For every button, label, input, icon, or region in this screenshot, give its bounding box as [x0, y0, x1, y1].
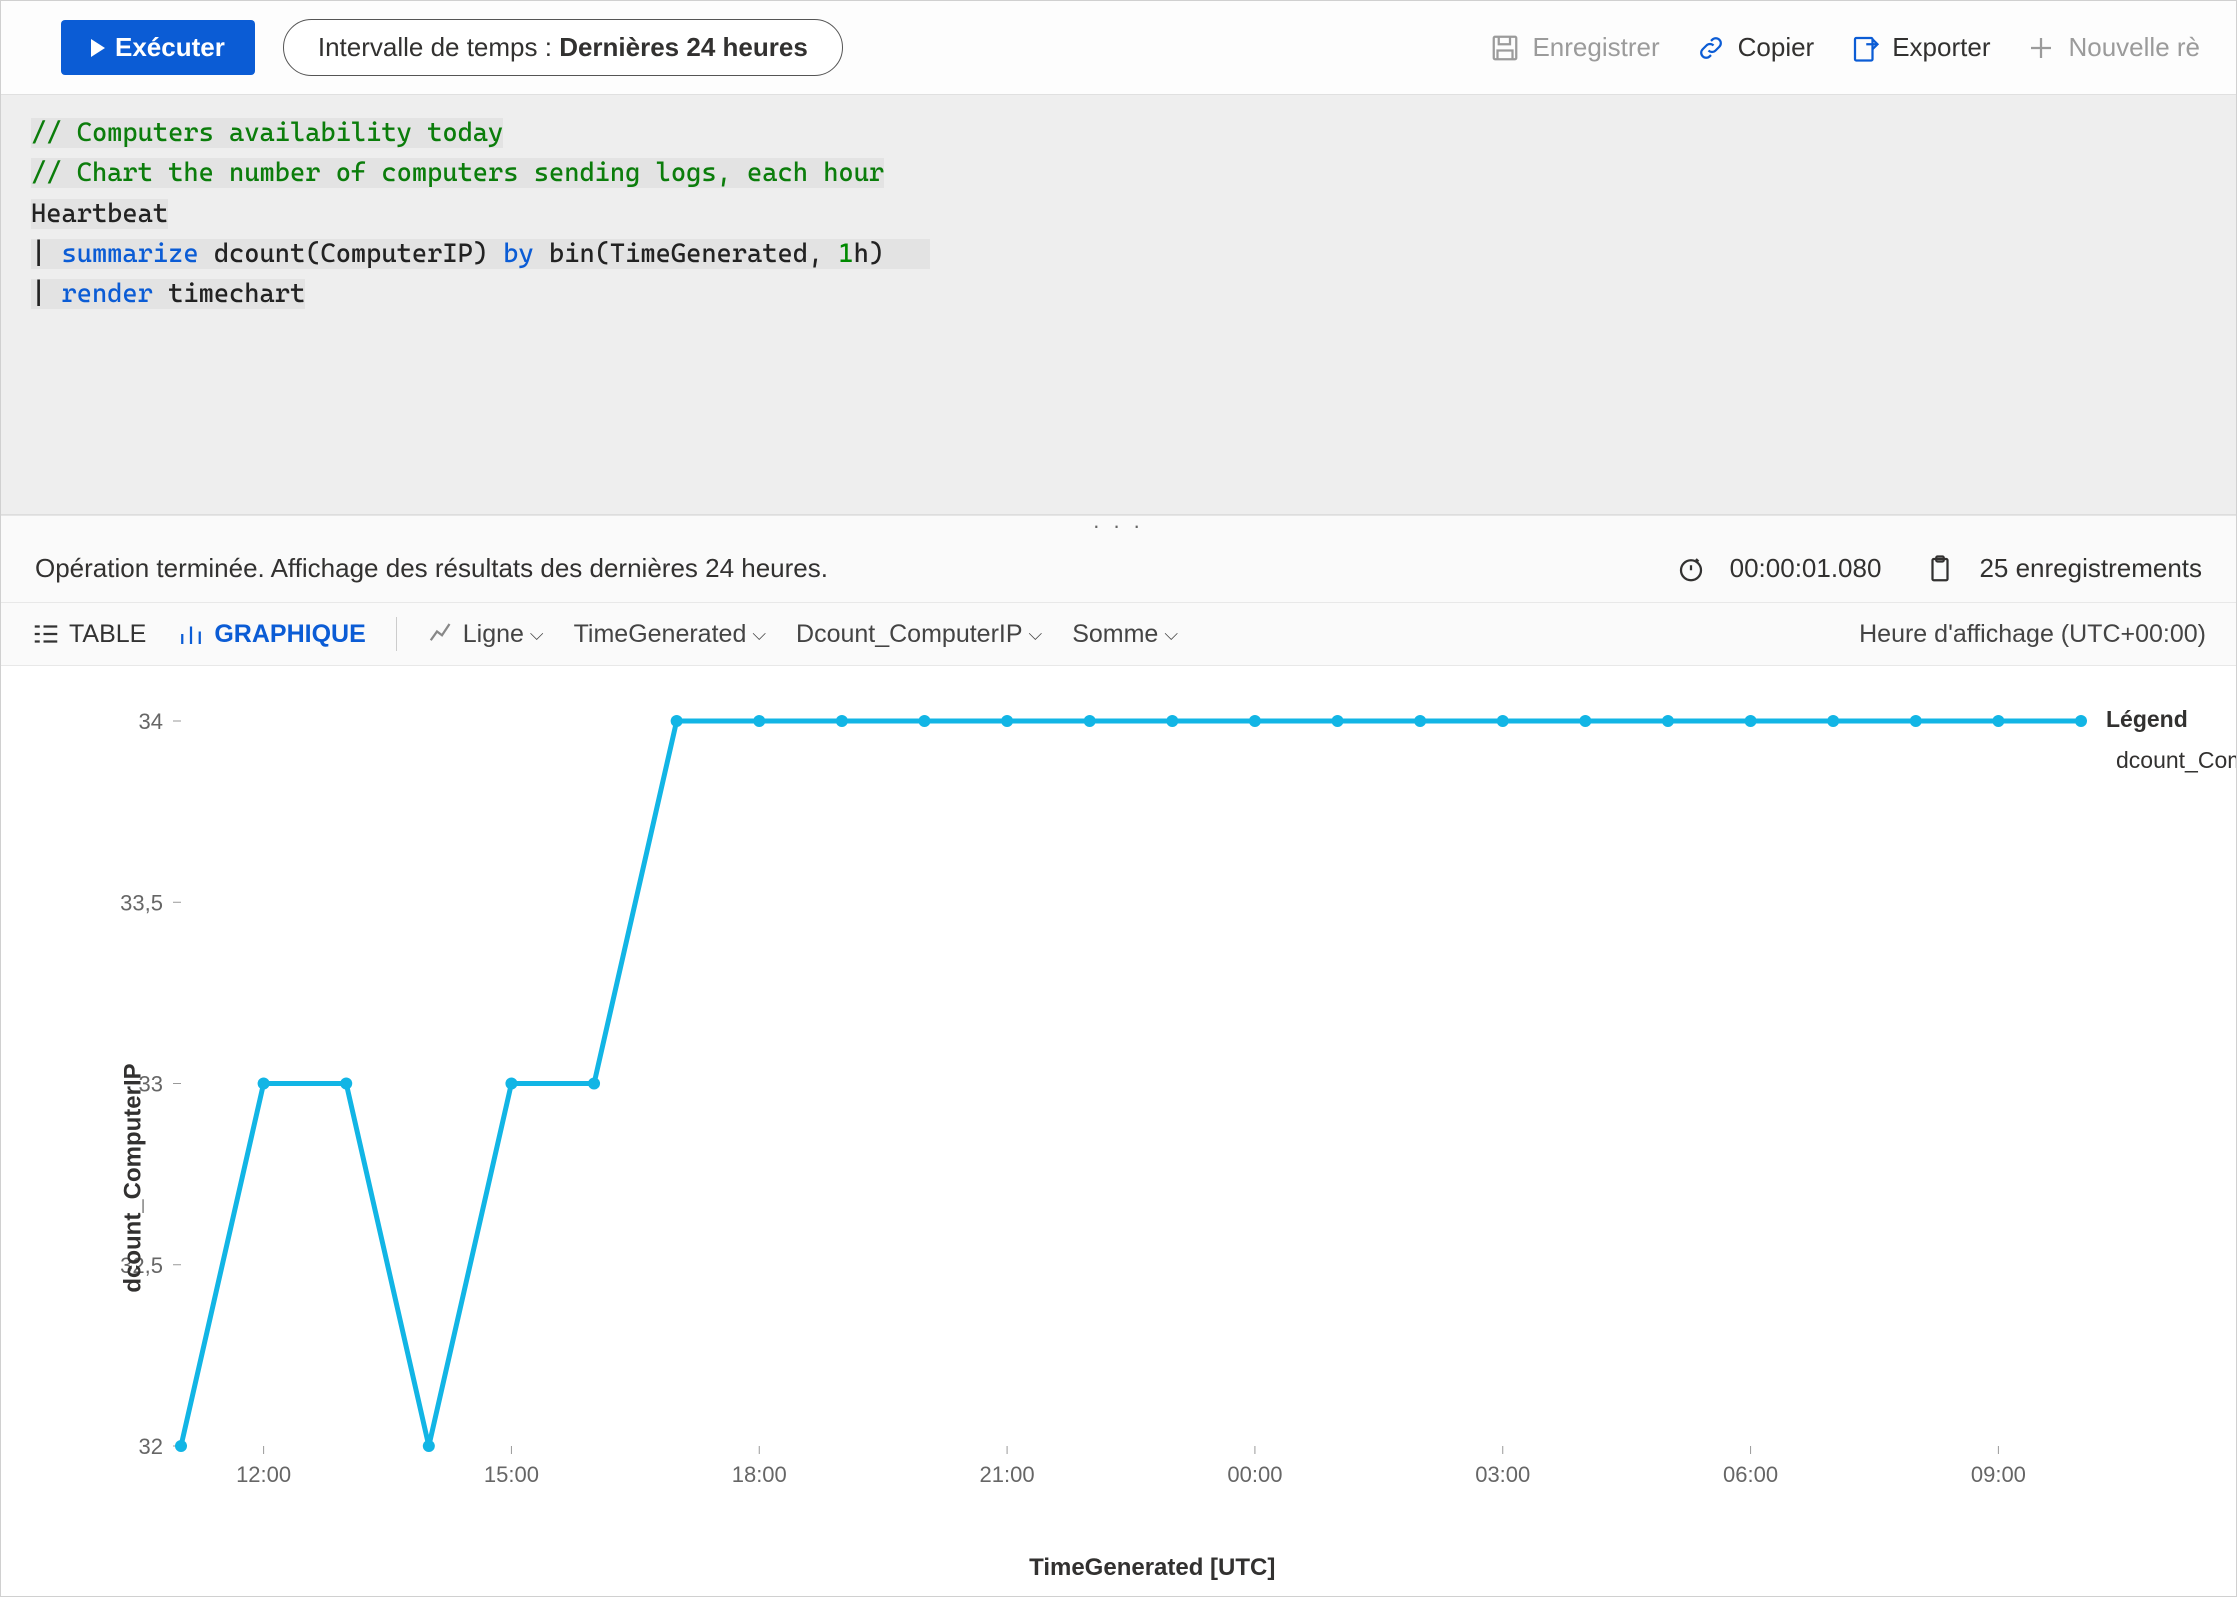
- clipboard-icon: [1925, 554, 1955, 584]
- chevron-down-icon: ⌵: [752, 624, 766, 645]
- svg-text:09:00: 09:00: [1971, 1462, 2026, 1487]
- view-toolbar: TABLE GRAPHIQUE Ligne ⌵ TimeGenerated ⌵ D…: [1, 602, 2236, 666]
- editor-line-3: Heartbeat: [31, 199, 168, 229]
- time-range-prefix: Intervalle de temps :: [318, 32, 559, 62]
- svg-text:18:00: 18:00: [732, 1462, 787, 1487]
- export-label: Exporter: [1892, 32, 1990, 63]
- time-range-picker[interactable]: Intervalle de temps : Dernières 24 heure…: [283, 19, 843, 76]
- new-rule-button[interactable]: Nouvelle rè: [2018, 28, 2208, 67]
- save-icon: [1490, 33, 1520, 63]
- chevron-down-icon: ⌵: [1164, 624, 1178, 645]
- chart-type-value: Ligne: [463, 620, 524, 649]
- aggregation-dropdown[interactable]: Somme ⌵: [1072, 620, 1178, 649]
- separator: [396, 617, 397, 651]
- tab-chart-label: GRAPHIQUE: [214, 620, 365, 649]
- table-icon: [31, 619, 61, 649]
- bar-chart-icon: [176, 619, 206, 649]
- copy-label: Copier: [1738, 32, 1815, 63]
- y-field-dropdown[interactable]: Dcount_ComputerIP ⌵: [796, 620, 1042, 649]
- svg-text:33,5: 33,5: [120, 890, 163, 915]
- line-chart-icon: [427, 619, 457, 649]
- y-field-value: Dcount_ComputerIP: [796, 620, 1023, 649]
- chart-area: dcount_ComputerIP TimeGenerated [UTC] Lé…: [1, 666, 2236, 1596]
- save-label: Enregistrer: [1532, 32, 1659, 63]
- copy-button[interactable]: Copier: [1688, 28, 1823, 67]
- svg-text:15:00: 15:00: [484, 1462, 539, 1487]
- time-range-value: Dernières 24 heures: [559, 32, 808, 62]
- resize-handle[interactable]: . . .: [1, 515, 2236, 535]
- plus-icon: [2026, 33, 2056, 63]
- query-editor[interactable]: // Computers availability today // Chart …: [1, 95, 2236, 515]
- status-records: 25 enregistrements: [1979, 553, 2202, 584]
- export-button[interactable]: Exporter: [1842, 28, 1998, 67]
- x-field-dropdown[interactable]: TimeGenerated ⌵: [574, 620, 766, 649]
- y-axis-title: dcount_ComputerIP: [120, 1063, 148, 1292]
- chevron-down-icon: ⌵: [530, 624, 544, 645]
- editor-line-1: // Computers availability today: [31, 118, 503, 148]
- run-button[interactable]: Exécuter: [61, 20, 255, 75]
- status-message: Opération terminée. Affichage des résult…: [35, 553, 828, 584]
- status-elapsed: 00:00:01.080: [1730, 553, 1882, 584]
- timezone-dropdown[interactable]: Heure d'affichage (UTC+00:00): [1859, 620, 2206, 649]
- run-button-label: Exécuter: [115, 32, 225, 63]
- svg-text:12:00: 12:00: [236, 1462, 291, 1487]
- svg-text:21:00: 21:00: [980, 1462, 1035, 1487]
- legend-series-label: dcount_Compu: [2116, 747, 2236, 774]
- timezone-value: Heure d'affichage (UTC+00:00): [1859, 620, 2206, 649]
- tab-table[interactable]: TABLE: [31, 619, 146, 649]
- tab-table-label: TABLE: [69, 620, 146, 649]
- save-button[interactable]: Enregistrer: [1482, 28, 1667, 67]
- line-chart: 3232,53333,53412:0015:0018:0021:0000:000…: [1, 666, 2236, 1546]
- svg-text:00:00: 00:00: [1227, 1462, 1282, 1487]
- editor-line-2: // Chart the number of computers sending…: [31, 158, 884, 188]
- svg-text:32: 32: [139, 1434, 163, 1459]
- chart-legend: Légend dcount_Compu: [2106, 706, 2236, 774]
- legend-title: Légend: [2106, 706, 2236, 733]
- svg-text:03:00: 03:00: [1475, 1462, 1530, 1487]
- toolbar: Exécuter Intervalle de temps : Dernières…: [1, 1, 2236, 95]
- x-field-value: TimeGenerated: [574, 620, 747, 649]
- tab-chart[interactable]: GRAPHIQUE: [176, 619, 365, 649]
- export-icon: [1850, 33, 1880, 63]
- svg-text:06:00: 06:00: [1723, 1462, 1778, 1487]
- x-axis-title: TimeGenerated [UTC]: [1029, 1554, 1275, 1582]
- new-rule-label: Nouvelle rè: [2068, 32, 2200, 63]
- legend-item[interactable]: dcount_Compu: [2106, 747, 2236, 774]
- status-bar: Opération terminée. Affichage des résult…: [1, 535, 2236, 602]
- play-icon: [91, 39, 105, 57]
- chevron-down-icon: ⌵: [1029, 624, 1043, 645]
- chart-type-dropdown[interactable]: Ligne ⌵: [427, 619, 544, 649]
- aggregation-value: Somme: [1072, 620, 1158, 649]
- svg-text:34: 34: [139, 709, 163, 734]
- stopwatch-icon: [1676, 554, 1706, 584]
- link-icon: [1696, 33, 1726, 63]
